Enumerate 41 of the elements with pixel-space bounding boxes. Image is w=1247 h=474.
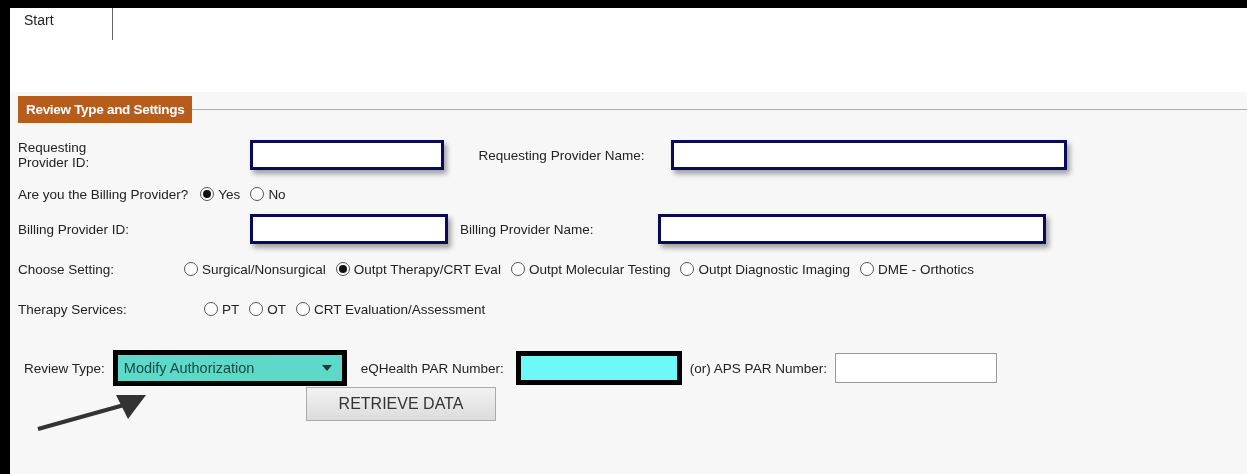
field-label: Choose Setting:	[18, 261, 116, 277]
section-title: Review Type and Settings	[18, 96, 193, 123]
radio-icon[interactable]	[335, 262, 350, 276]
radio-icon[interactable]	[860, 262, 875, 276]
retrieve-data-button[interactable]: RETRIEVE DATA	[306, 387, 496, 421]
radio-icon[interactable]	[204, 302, 218, 316]
radio-option[interactable]: CRT Evaluation/Assessment	[296, 301, 486, 317]
field-label: Billing Provider Name:	[459, 221, 595, 237]
field-label: Requesting Provider Name:	[477, 147, 646, 163]
review-type-dropdown[interactable]: Modify Authorization	[112, 350, 347, 386]
radio-icon[interactable]	[510, 262, 525, 276]
field-label: Are you the Billing Provider?	[18, 186, 189, 202]
field-label: Review Type:	[23, 360, 105, 376]
radio-icon[interactable]	[680, 262, 695, 276]
aps-par-field[interactable]	[834, 353, 997, 383]
radio-option[interactable]: Outpt Therapy/CRT Eval	[335, 261, 501, 277]
requesting-provider-name-field[interactable]	[671, 140, 1067, 170]
field-label: Billing Provider ID:	[18, 221, 131, 237]
radio-icon[interactable]	[200, 187, 215, 201]
radio-option[interactable]: Yes	[200, 186, 241, 202]
field-label: Requesting Provider ID:	[18, 140, 91, 170]
tab[interactable]: Start	[10, 8, 113, 40]
radio-option[interactable]: OT	[249, 301, 286, 317]
field-label: eQHealth PAR Number:	[360, 360, 504, 376]
radio-icon[interactable]	[250, 187, 265, 201]
caret-icon	[321, 365, 332, 371]
radio-option[interactable]: No	[250, 186, 286, 202]
radio-icon[interactable]	[249, 302, 264, 316]
billing-provider-id-field[interactable]	[250, 214, 448, 244]
radio-option[interactable]: Outpt Diagnostic Imaging	[680, 261, 851, 277]
radio-option[interactable]: Outpt Molecular Testing	[510, 261, 671, 277]
field-label: (or) APS PAR Number:	[689, 360, 827, 376]
radio-option[interactable]: DME - Orthotics	[860, 261, 975, 277]
radio-option[interactable]: PT	[204, 301, 240, 317]
requesting-provider-id-field[interactable]	[250, 140, 444, 170]
radio-option[interactable]: Surgical/Nonsurgical	[184, 261, 326, 277]
radio-icon[interactable]	[184, 262, 198, 276]
eqhealth-par-field[interactable]	[515, 351, 682, 385]
field-label: Therapy Services:	[18, 301, 128, 317]
billing-provider-name-field[interactable]	[658, 214, 1046, 244]
radio-icon[interactable]	[296, 302, 310, 316]
